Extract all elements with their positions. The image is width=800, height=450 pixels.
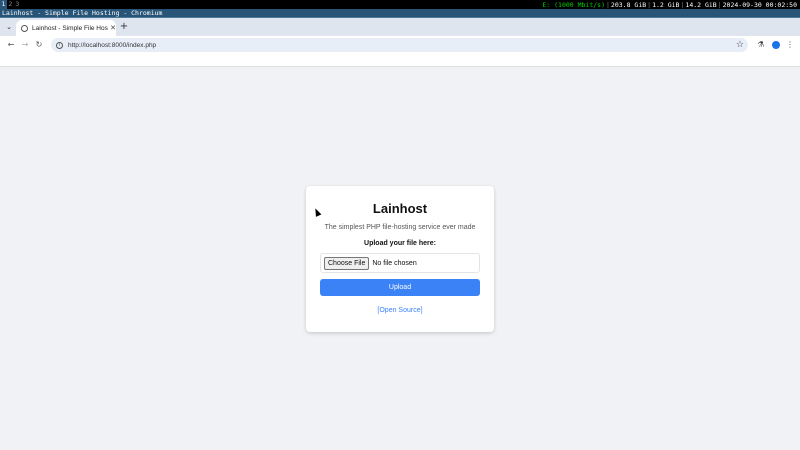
choose-file-button[interactable]: Choose File (324, 256, 370, 270)
file-status-text: No file chosen (372, 259, 417, 267)
page-title: Lainhost (372, 201, 428, 216)
network-status: E: (1000 Mbit/s) (542, 0, 605, 9)
memory-status: 1.2 GiB (652, 0, 680, 9)
tab-strip: ⌄ Lainhost - Simple File Hosting ✕ + (0, 18, 800, 36)
swap-status: 14.2 GiB (685, 0, 717, 9)
upload-card: Lainhost The simplest PHP file-hosting s… (306, 186, 494, 332)
back-icon[interactable]: ← (5, 39, 17, 51)
close-icon[interactable]: ✕ (110, 24, 116, 32)
bookmarks-bar (0, 54, 800, 67)
address-bar[interactable]: i http://localhost:8000/index.php ☆ (51, 38, 748, 52)
tagline: The simplest PHP file-hosting service ev… (324, 224, 476, 231)
open-source-link[interactable]: [Open Source] (306, 307, 494, 314)
wm-status-bar: 1 2 3 E: (1000 Mbit/s) | 203.8 GiB | 1.2… (0, 0, 800, 9)
tab-active[interactable]: Lainhost - Simple File Hosting ✕ (16, 20, 116, 36)
workspace-1[interactable]: 1 (0, 0, 7, 9)
browser-toolbar: ← → ↻ i http://localhost:8000/index.php … (0, 36, 800, 54)
upload-label: Upload your file here: (364, 240, 436, 247)
forward-icon[interactable]: → (19, 39, 31, 51)
page-viewport: Lainhost The simplest PHP file-hosting s… (0, 67, 800, 450)
upload-button[interactable]: Upload (320, 279, 480, 296)
bookmark-star-icon[interactable]: ☆ (736, 39, 744, 51)
disk-status: 203.8 GiB (610, 0, 647, 9)
url-text[interactable]: http://localhost:8000/index.php (68, 42, 156, 49)
profile-avatar-icon[interactable] (770, 39, 782, 51)
new-tab-button[interactable]: + (118, 21, 130, 33)
site-info-icon[interactable]: i (56, 41, 63, 49)
labs-flask-icon[interactable]: ⚗ (755, 39, 767, 51)
tab-title: Lainhost - Simple File Hosting (32, 24, 108, 32)
system-status: E: (1000 Mbit/s) | 203.8 GiB | 1.2 GiB |… (542, 0, 797, 9)
tab-search-icon[interactable]: ⌄ (3, 21, 15, 33)
workspace-3[interactable]: 3 (14, 0, 21, 9)
kebab-menu-icon[interactable]: ⋮ (784, 39, 796, 51)
file-input[interactable]: Choose File No file chosen (320, 253, 480, 273)
window-title: Lainhost - Simple File Hosting - Chromiu… (0, 9, 800, 18)
workspace-2[interactable]: 2 (7, 0, 14, 9)
globe-icon (21, 24, 28, 32)
reload-icon[interactable]: ↻ (33, 39, 45, 51)
clock: 2024-09-30 00:02:50 (722, 0, 797, 9)
